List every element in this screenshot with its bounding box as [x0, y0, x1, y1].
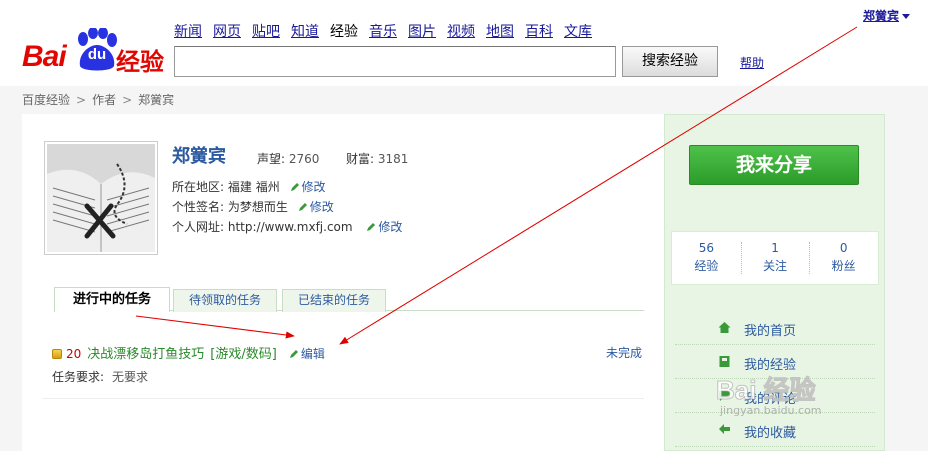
reputation-label: 声望:: [257, 152, 286, 166]
search-input[interactable]: [174, 46, 616, 77]
header: Bai du 经验 新闻 网页 贴吧 知道 经验 音乐 图片 视频 地图 百科 …: [0, 0, 928, 86]
nav-web[interactable]: 网页: [213, 21, 241, 41]
breadcrumb-current: 郑黉宾: [138, 93, 175, 107]
stat-label: 粉丝: [831, 259, 856, 273]
tab-in-progress[interactable]: 进行中的任务: [54, 287, 170, 312]
help-link[interactable]: 帮助: [740, 54, 764, 71]
logo-suffix: 经验: [116, 48, 164, 76]
task-requirement: 任务要求: 无要求: [52, 368, 148, 385]
stat-number: 1: [771, 241, 779, 255]
signature-value: 为梦想而生: [227, 200, 288, 214]
pencil-icon: [367, 223, 376, 231]
task-status: 未完成: [606, 346, 643, 360]
stat-number: 56: [698, 241, 714, 255]
location-label: 所在地区:: [172, 180, 225, 194]
edit-label: 修改: [309, 200, 334, 214]
nav-images[interactable]: 图片: [408, 21, 436, 41]
breadcrumb: 百度经验 > 作者 > 郑黉宾: [22, 91, 174, 108]
profile-name: 郑黉宾: [172, 146, 226, 167]
nav-jingyan[interactable]: 经验: [330, 21, 358, 41]
task-points: 20: [66, 347, 82, 361]
sidebar-item-favorites[interactable]: 我的收藏: [675, 413, 875, 447]
sidebar-item-home[interactable]: 我的首页: [675, 311, 875, 345]
edit-label: 修改: [301, 180, 326, 194]
sidebar-item-label: 我的收藏: [744, 426, 797, 441]
avatar[interactable]: [44, 141, 158, 255]
logo-du: du: [87, 46, 107, 63]
edit-label: 修改: [378, 220, 403, 234]
edit-website-link[interactable]: 修改: [366, 220, 402, 234]
pencil-icon: [289, 350, 298, 358]
tab-to-claim[interactable]: 待领取的任务: [173, 289, 277, 312]
chevron-down-icon: [902, 14, 911, 19]
stat-experience[interactable]: 56 经验: [672, 232, 741, 284]
watermark-url: jingyan.baidu.com: [720, 404, 822, 417]
task-item: 20 决战漂移岛打鱼技巧 [游戏/数码] 编辑: [52, 343, 644, 362]
coin-icon: [52, 349, 62, 359]
bookmark-icon: [719, 424, 730, 434]
logo-text: Bai: [22, 40, 67, 73]
search-button[interactable]: 搜索经验: [622, 46, 718, 77]
nav-tieba[interactable]: 贴吧: [252, 21, 280, 41]
task-edit-label: 编辑: [300, 347, 325, 361]
main-panel: 郑黉宾 声望: 2760 财富: 3181 所在地区: 福建 福州 修改 个性签…: [22, 114, 664, 451]
watermark-logo: Bai 经验: [716, 375, 817, 406]
tab-finished[interactable]: 已结束的任务: [282, 289, 386, 312]
pencil-icon: [298, 203, 307, 211]
nav-wenku[interactable]: 文库: [564, 21, 592, 41]
top-nav: 新闻 网页 贴吧 知道 经验 音乐 图片 视频 地图 百科 文库: [174, 21, 603, 41]
home-icon: [718, 322, 731, 333]
requirement-label: 任务要求:: [52, 370, 105, 384]
task-category-link[interactable]: [游戏/数码]: [210, 347, 277, 362]
stat-following[interactable]: 1 关注: [740, 232, 810, 284]
task-title-link[interactable]: 决战漂移岛打鱼技巧: [87, 347, 204, 362]
location-row: 所在地区: 福建 福州 修改: [172, 178, 326, 195]
edit-location-link[interactable]: 修改: [290, 180, 326, 194]
stat-label: 经验: [694, 259, 719, 273]
nav-video[interactable]: 视频: [447, 21, 475, 41]
user-name: 郑黉宾: [863, 9, 900, 23]
website-label: 个人网址:: [172, 220, 225, 234]
nav-zhidao[interactable]: 知道: [291, 21, 319, 41]
website-row: 个人网址: http://www.mxfj.com 修改: [172, 218, 402, 235]
task-edit-link[interactable]: 编辑: [289, 347, 325, 361]
sidebar-item-label: 我的首页: [744, 324, 797, 339]
wealth-label: 财富:: [346, 152, 375, 166]
signature-label: 个性签名:: [172, 200, 225, 214]
location-value: 福建 福州: [227, 180, 280, 194]
wealth: 财富: 3181: [346, 150, 408, 167]
nav-music[interactable]: 音乐: [369, 21, 397, 41]
stats-box: 56 经验 1 关注 0 粉丝: [671, 231, 879, 285]
divider: [42, 398, 644, 399]
edit-signature-link[interactable]: 修改: [298, 200, 334, 214]
nav-news[interactable]: 新闻: [174, 21, 202, 41]
nav-map[interactable]: 地图: [486, 21, 514, 41]
requirement-value: 无要求: [112, 370, 149, 384]
pencil-icon: [290, 183, 299, 191]
wealth-value: 3181: [377, 152, 409, 166]
stat-fans[interactable]: 0 粉丝: [809, 232, 878, 284]
task-tabs: 进行中的任务 待领取的任务 已结束的任务: [54, 287, 644, 312]
breadcrumb-home[interactable]: 百度经验: [22, 93, 70, 107]
breadcrumb-separator: >: [122, 93, 133, 107]
reputation: 声望: 2760: [257, 150, 319, 167]
stat-label: 关注: [763, 259, 788, 273]
nav-baike[interactable]: 百科: [525, 21, 553, 41]
stat-number: 0: [839, 241, 848, 255]
avatar-image: [47, 144, 155, 252]
signature-row: 个性签名: 为梦想而生 修改: [172, 198, 334, 215]
share-button[interactable]: 我来分享: [689, 145, 859, 185]
book-icon: [719, 356, 730, 367]
breadcrumb-separator: >: [76, 93, 87, 107]
breadcrumb-author[interactable]: 作者: [92, 93, 116, 107]
reputation-value: 2760: [288, 152, 320, 166]
user-menu[interactable]: 郑黉宾: [863, 7, 911, 24]
website-value: http://www.mxfj.com: [227, 220, 353, 234]
